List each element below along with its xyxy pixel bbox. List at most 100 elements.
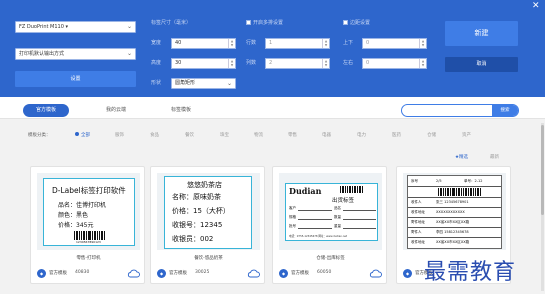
filter-category[interactable]: 零售 [288, 132, 297, 140]
margin-checkbox-label: 边距设置 [350, 20, 371, 26]
printer-select[interactable]: FZ DuoPrint M110 ▾ ⌄ [15, 21, 136, 33]
table-line [408, 227, 501, 228]
size-section-label: 标签尺寸（毫米） [151, 20, 192, 26]
cell-value: XX省XX市XX区XX路 [436, 240, 470, 244]
filter-category[interactable]: 物流 [254, 132, 263, 140]
label-line: 价格：345元 [58, 222, 94, 229]
width-input[interactable]: 40 ▲ ▼ [171, 38, 236, 49]
official-badge-icon: ◆ [403, 269, 412, 278]
sort-latest[interactable]: 最新 [490, 154, 499, 160]
label-line: 价格：15（大杯） [172, 207, 230, 215]
filter-all[interactable]: 全部 [75, 132, 90, 140]
field-line [343, 219, 376, 220]
template-source: 官方模板 [291, 271, 309, 276]
shape-select[interactable]: 圆角矩形 ⌄ [171, 78, 236, 89]
cloud-icon[interactable] [369, 269, 382, 278]
stepper-icon[interactable]: ▲ ▼ [419, 59, 426, 68]
official-badge-icon: ◆ [157, 269, 166, 278]
left-right-input-value: 0 [366, 60, 370, 66]
template-source: 官方模板 [49, 271, 67, 276]
tab-official-templates[interactable]: 官方模板 [23, 104, 69, 117]
margin-checkbox[interactable] [343, 20, 348, 25]
label-footer: 电话：0755-12345678 网址：www.dudian.net [289, 235, 348, 238]
multi-label-checkbox[interactable] [246, 20, 251, 25]
field-label: 客户 [289, 206, 296, 210]
settings-button[interactable]: 设置 [15, 71, 136, 87]
filter-category[interactable]: 医药 [392, 132, 401, 140]
filter-label: 模板分类： [28, 133, 51, 138]
cancel-button[interactable]: 取消 [445, 57, 518, 72]
official-badge-icon: ◆ [279, 269, 288, 278]
table-line [408, 186, 501, 187]
sort-featured[interactable]: ★精选 [455, 154, 468, 160]
top-bottom-input[interactable]: 0 ▲ ▼ [362, 38, 427, 49]
field-line [298, 219, 332, 220]
field-label: 数量 [334, 215, 341, 219]
cell-label: 寄件人 [411, 230, 422, 234]
template-card[interactable]: 悠悠奶茶店 名称：原味奶茶 价格：15（大杯） 收银号：12345 收银员：00… [150, 166, 265, 284]
filter-category[interactable]: 电器 [322, 132, 331, 140]
rows-input[interactable]: 1 ▲ ▼ [265, 38, 330, 49]
brand-logo: Dudian [289, 186, 322, 196]
filter-category[interactable]: 仓储 [427, 132, 436, 140]
field-line [343, 228, 376, 229]
stepper-icon[interactable]: ▲ ▼ [228, 39, 235, 48]
stepper-icon[interactable]: ▲ ▼ [322, 59, 329, 68]
template-thumbnail: 悠悠奶茶店 名称：原味奶茶 价格：15（大杯） 收银号：12345 收银员：00… [157, 173, 260, 250]
scrollbar-thumb[interactable] [541, 125, 544, 215]
tab-label-templates[interactable]: 标签模板 [158, 104, 204, 117]
cloud-icon[interactable] [127, 269, 140, 278]
label-heading: D-Label标签打印软件 [52, 186, 126, 195]
width-input-value: 40 [175, 40, 182, 46]
shape-label: 形状 [151, 80, 162, 86]
multi-label-option[interactable]: 开启多排设置 [246, 20, 283, 27]
table-line [408, 237, 501, 238]
left-right-input[interactable]: 0 ▲ ▼ [362, 58, 427, 69]
cols-input[interactable]: 2 ▲ ▼ [265, 58, 330, 69]
width-label: 宽度 [151, 40, 162, 46]
stepper-icon[interactable]: ▲ ▼ [322, 39, 329, 48]
label-preview: D-Label标签打印软件 品名：佳博打印机 颜色：黑色 价格：345元 123… [43, 178, 135, 246]
template-card[interactable]: D-Label标签打印软件 品名：佳博打印机 颜色：黑色 价格：345元 123… [30, 166, 145, 284]
filter-category[interactable]: 电力 [357, 132, 366, 140]
height-input[interactable]: 30 ▲ ▼ [171, 58, 236, 69]
field-label: 品名 [334, 206, 341, 210]
search-button[interactable]: 搜索 [492, 105, 518, 116]
margin-option[interactable]: 边距设置 [343, 20, 370, 27]
cell-value: 李四 15812345678 [436, 230, 469, 234]
template-card[interactable]: Dudian 出货标签 客户 品名 规格 数量 批号 重量 电话：0755-12… [272, 166, 387, 284]
tab-my-cloud[interactable]: 我的云端 [93, 104, 139, 117]
shape-select-value: 圆角矩形 [175, 80, 196, 86]
field-line [298, 210, 332, 211]
printer-mode-select[interactable]: 打印机默认输出方式 ⌄ [15, 48, 136, 60]
cloud-icon[interactable] [247, 269, 260, 278]
filter-category[interactable]: 服饰 [115, 132, 124, 140]
filter-category[interactable]: 资产 [462, 132, 471, 140]
rows-label: 行数 [246, 40, 257, 46]
stepper-icon[interactable]: ▲ ▼ [228, 59, 235, 68]
cell-label: 寄件地址 [411, 220, 425, 224]
search-box[interactable]: 搜索 [401, 104, 519, 117]
height-label: 高度 [151, 60, 162, 66]
template-count: 40830 [75, 270, 90, 275]
filter-category[interactable]: 食品 [150, 132, 159, 140]
field-label: 批号 [289, 224, 296, 228]
close-icon[interactable]: ✕ [532, 2, 540, 11]
cell-value: 单号：2-12 [464, 179, 483, 183]
top-bottom-label: 上下 [343, 40, 354, 46]
template-title: 零售-打印机 [76, 256, 101, 261]
new-button[interactable]: 新建 [445, 21, 518, 46]
field-label: 重量 [334, 224, 341, 228]
filter-category[interactable]: 餐饮 [185, 132, 194, 140]
stepper-icon[interactable]: ▲ ▼ [419, 39, 426, 48]
label-line: 收银号：12345 [172, 221, 223, 229]
height-input-value: 30 [175, 60, 182, 66]
left-right-label: 左右 [343, 60, 354, 66]
label-preview: Dudian 出货标签 客户 品名 规格 数量 批号 重量 电话：0755-12… [285, 183, 378, 241]
table-line [408, 217, 501, 218]
cols-label: 列数 [246, 60, 257, 66]
top-bottom-input-value: 0 [366, 40, 370, 46]
chevron-down-icon: ⌄ [126, 50, 132, 57]
filter-category[interactable]: 珠宝 [220, 132, 229, 140]
official-badge-icon: ◆ [37, 269, 46, 278]
